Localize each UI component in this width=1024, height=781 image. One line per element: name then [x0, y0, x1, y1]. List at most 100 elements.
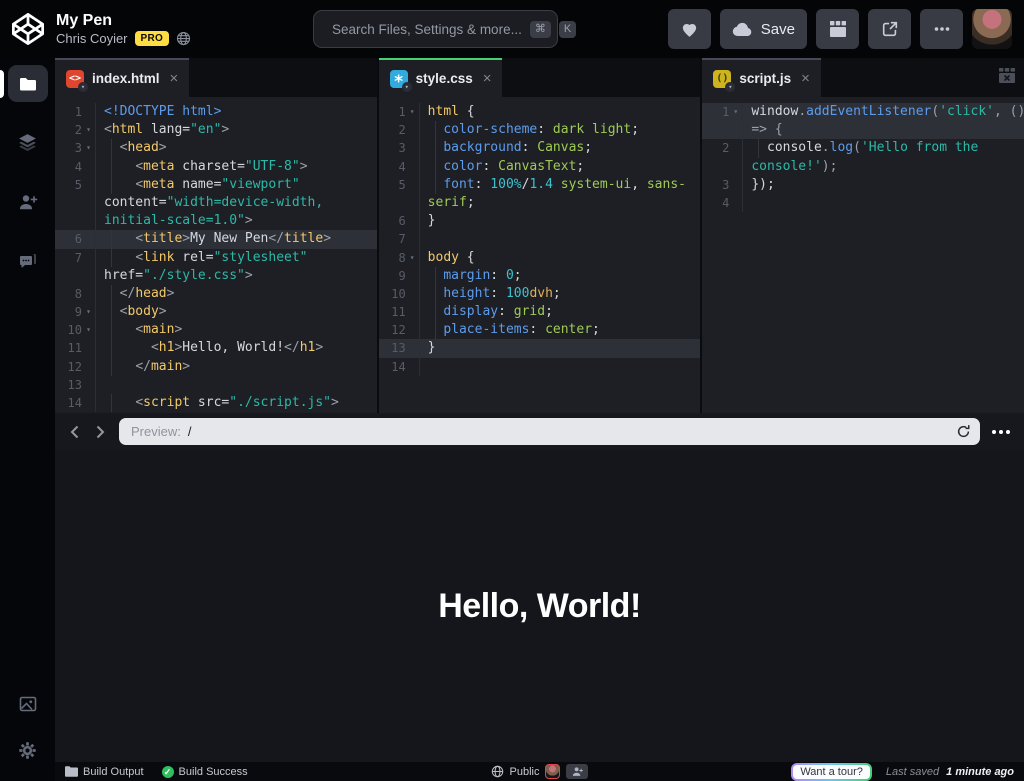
code-row[interactable]: 10▾ <main> — [55, 321, 377, 339]
code-row[interactable]: 1▾window.addEventListener('click', () — [702, 103, 1024, 121]
sidebar-item-layers[interactable] — [8, 124, 48, 161]
chevron-left-icon — [70, 425, 79, 439]
code-text: console.log('Hello from the — [742, 139, 1024, 157]
code-area-js[interactable]: 1▾window.addEventListener('click', ()=> … — [702, 97, 1024, 413]
sidebar-item-settings[interactable] — [8, 732, 48, 769]
code-row[interactable]: 4 <meta charset="UTF-8"> — [55, 158, 377, 176]
more-options-button[interactable] — [920, 9, 963, 49]
code-row[interactable]: => { — [702, 121, 1024, 139]
tabbar-html: <>▾ index.html × — [55, 58, 377, 97]
code-row[interactable]: 13} — [379, 339, 701, 357]
fold-spacer — [729, 194, 742, 212]
close-tab-icon[interactable]: × — [483, 70, 492, 87]
code-row[interactable]: 14 — [379, 358, 701, 376]
fold-arrow-icon[interactable]: ▾ — [406, 103, 419, 121]
code-row[interactable]: 7 — [379, 230, 701, 248]
close-panels-icon[interactable] — [999, 68, 1015, 88]
code-row[interactable]: 14 <script src="./script.js"> — [55, 394, 377, 412]
build-status[interactable]: ✓ Build Success — [162, 766, 248, 778]
code-row[interactable]: 2▾<html lang="en"> — [55, 121, 377, 139]
code-row[interactable]: 13 — [55, 376, 377, 394]
share-button[interactable] — [868, 9, 911, 49]
user-avatar[interactable] — [972, 9, 1012, 49]
code-area-css[interactable]: 1▾html {2 color-scheme: dark light;3 bac… — [379, 97, 701, 413]
code-token: body — [127, 304, 158, 319]
code-row[interactable]: initial-scale=1.0"> — [55, 212, 377, 230]
code-row[interactable]: 5 font: 100%/1.4 system-ui, sans- — [379, 176, 701, 194]
code-row[interactable]: 3 background: Canvas; — [379, 139, 701, 157]
presence-button[interactable] — [566, 764, 588, 779]
code-area-html[interactable]: 1<!DOCTYPE html>2▾<html lang="en">3▾ <he… — [55, 97, 377, 413]
refresh-button[interactable] — [956, 424, 971, 439]
code-row[interactable]: 2 console.log('Hello from the — [702, 139, 1024, 157]
code-row[interactable]: 12 </main> — [55, 358, 377, 376]
preview-back-button[interactable] — [63, 420, 85, 444]
code-row[interactable]: 3▾ <head> — [55, 139, 377, 157]
code-row[interactable]: 5 <meta name="viewport" — [55, 176, 377, 194]
code-row[interactable]: 2 color-scheme: dark light; — [379, 121, 701, 139]
code-token — [104, 231, 135, 246]
fold-arrow-icon[interactable]: ▾ — [82, 303, 95, 321]
code-text: <head> — [95, 139, 377, 157]
code-row[interactable]: 11 <h1>Hello, World!</h1> — [55, 339, 377, 357]
close-tab-icon[interactable]: × — [170, 70, 179, 87]
code-token: < — [135, 177, 143, 192]
code-row[interactable]: console!'); — [702, 158, 1024, 176]
code-token: My New Pen — [190, 231, 268, 246]
visibility-label[interactable]: Public — [510, 766, 540, 778]
code-row[interactable]: 4 color: CanvasText; — [379, 158, 701, 176]
code-row[interactable]: 6 <title>My New Pen</title> — [55, 230, 377, 248]
line-number — [55, 194, 82, 212]
code-token: main — [143, 322, 174, 337]
tab-style-css[interactable]: *▾ style.css × — [379, 58, 503, 97]
fold-arrow-icon[interactable]: ▾ — [406, 249, 419, 267]
tour-button[interactable]: Want a tour? — [791, 763, 872, 781]
code-row[interactable]: 10 height: 100dvh; — [379, 285, 701, 303]
fold-arrow-icon[interactable]: ▾ — [82, 139, 95, 157]
preview-options-button[interactable] — [988, 430, 1014, 434]
collaborator-avatar[interactable] — [545, 764, 560, 779]
codepen-logo-icon[interactable] — [12, 13, 44, 45]
code-row[interactable]: 1▾html { — [379, 103, 701, 121]
code-token: body — [428, 250, 459, 265]
code-row[interactable]: 6} — [379, 212, 701, 230]
sidebar-item-add-collaborator[interactable] — [8, 183, 48, 220]
code-token: : — [498, 304, 514, 319]
fold-spacer — [82, 285, 95, 303]
preview-forward-button[interactable] — [89, 420, 111, 444]
tab-script-js[interactable]: ()▾ script.js × — [702, 58, 821, 97]
code-token: sans- — [647, 177, 686, 192]
code-token: 0 — [506, 268, 514, 283]
code-text: <html lang="en"> — [95, 121, 377, 139]
sidebar-item-files[interactable] — [8, 65, 48, 102]
code-row[interactable]: 7 <link rel="stylesheet" — [55, 249, 377, 267]
preview-address-bar[interactable]: Preview: / — [119, 418, 980, 445]
fold-arrow-icon[interactable]: ▾ — [82, 321, 95, 339]
code-row[interactable]: 12 place-items: center; — [379, 321, 701, 339]
layout-icon — [829, 20, 847, 38]
fold-arrow-icon[interactable]: ▾ — [729, 103, 742, 121]
code-row[interactable]: 3}); — [702, 176, 1024, 194]
code-row[interactable]: href="./style.css"> — [55, 267, 377, 285]
code-row[interactable]: 8 </head> — [55, 285, 377, 303]
build-output-button[interactable]: Build Output — [65, 766, 144, 778]
layout-button[interactable] — [816, 9, 859, 49]
fold-arrow-icon[interactable]: ▾ — [82, 121, 95, 139]
tab-index-html[interactable]: <>▾ index.html × — [55, 58, 189, 97]
code-row[interactable]: serif; — [379, 194, 701, 212]
sidebar-item-comments[interactable] — [8, 242, 48, 279]
code-row[interactable]: 11 display: grid; — [379, 303, 701, 321]
sidebar-item-assets[interactable] — [8, 685, 48, 722]
code-row[interactable]: 9▾ <body> — [55, 303, 377, 321]
search-input[interactable]: Search Files, Settings & more... ⌘ K — [313, 10, 558, 48]
code-row[interactable]: 1<!DOCTYPE html> — [55, 103, 377, 121]
close-tab-icon[interactable]: × — [801, 70, 810, 87]
code-row[interactable]: 8▾body { — [379, 249, 701, 267]
like-button[interactable] — [668, 9, 711, 49]
code-token: charset= — [174, 159, 244, 174]
code-row[interactable]: content="width=device-width, — [55, 194, 377, 212]
pen-author[interactable]: Chris Coyier — [56, 31, 128, 46]
code-row[interactable]: 4 — [702, 194, 1024, 212]
save-button[interactable]: Save — [720, 9, 807, 49]
code-row[interactable]: 9 margin: 0; — [379, 267, 701, 285]
